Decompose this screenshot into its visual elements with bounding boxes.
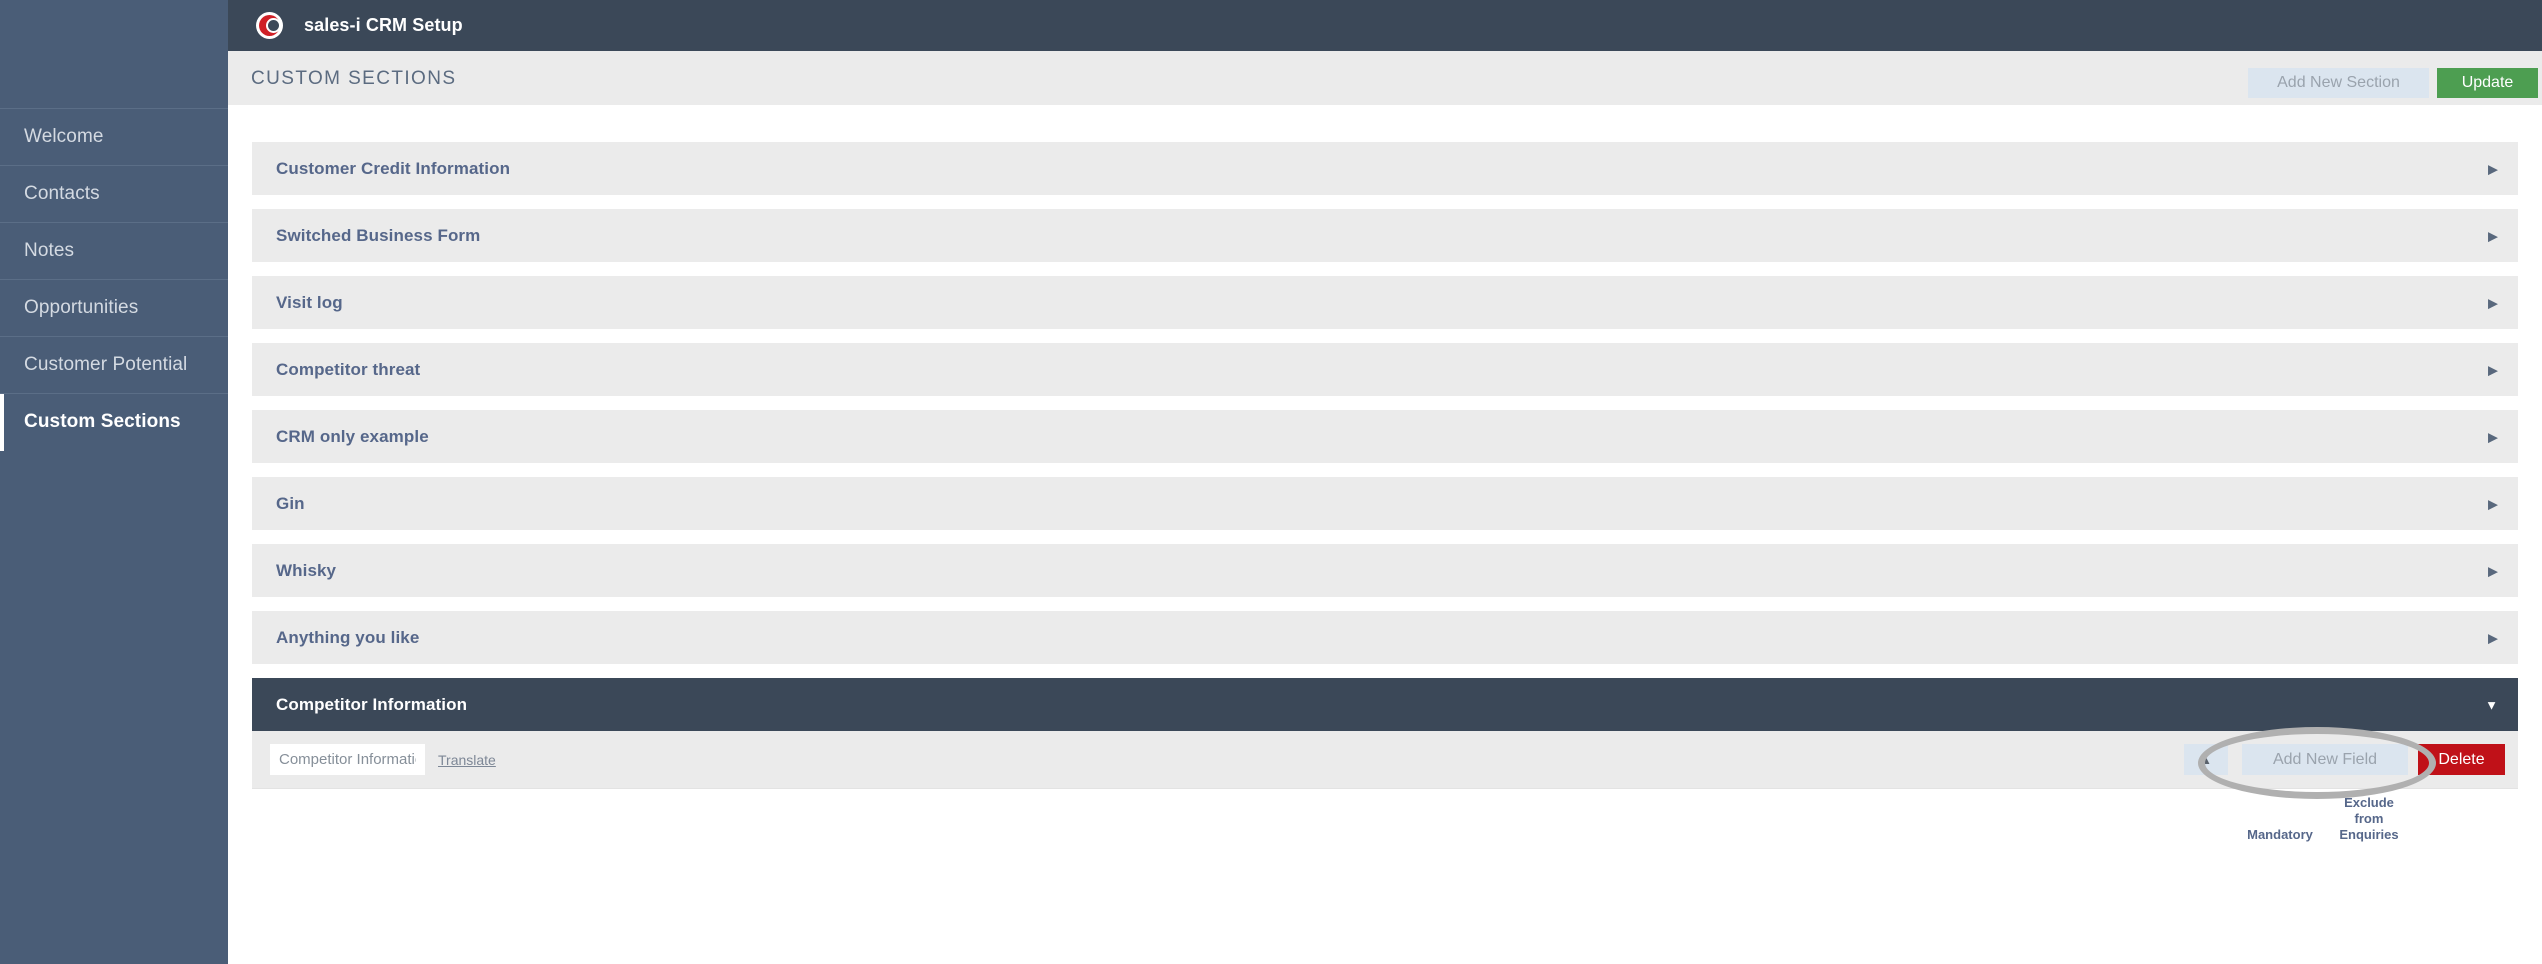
sidebar-item-label: Notes [24, 240, 75, 261]
chevron-right-icon[interactable]: ▶ [2488, 564, 2498, 577]
page-header-bar: CUSTOM SECTIONS [228, 51, 2542, 105]
page-title: CUSTOM SECTIONS [251, 68, 457, 89]
section-label: CRM only example [276, 426, 429, 446]
column-header-exclude-from-enquiries: Exclude from Enquiries [2339, 795, 2399, 842]
sidebar-item-label: Contacts [24, 183, 100, 204]
chevron-right-icon[interactable]: ▶ [2488, 430, 2498, 443]
expanded-section-body: Translate ▲ Add New Field Delete Mandato… [252, 727, 2518, 852]
sidebar-item-custom-sections[interactable]: Custom Sections [0, 393, 228, 451]
sidebar-item-label: Welcome [24, 126, 104, 147]
sidebar-top-spacer [0, 0, 228, 108]
app-title: sales-i CRM Setup [304, 15, 463, 35]
section-row-whisky[interactable]: Whisky ▶ [252, 544, 2518, 597]
section-row-anything-you-like[interactable]: Anything you like ▶ [252, 611, 2518, 664]
sidebar-item-label: Opportunities [24, 297, 139, 318]
active-indicator-bar [0, 394, 4, 451]
section-label: Competitor Information [276, 694, 468, 714]
section-row-crm-only-example[interactable]: CRM only example ▶ [252, 410, 2518, 463]
section-row-switched-business-form[interactable]: Switched Business Form ▶ [252, 209, 2518, 262]
section-name-input[interactable] [270, 744, 425, 775]
sidebar-item-customer-potential[interactable]: Customer Potential [0, 336, 228, 393]
delete-section-button[interactable]: Delete [2418, 744, 2505, 775]
chevron-right-icon[interactable]: ▶ [2488, 229, 2498, 242]
sales-i-logo-icon [256, 12, 283, 39]
section-label: Customer Credit Information [276, 158, 511, 178]
custom-sections-list: Customer Credit Information ▶ Switched B… [252, 142, 2518, 852]
sidebar-item-notes[interactable]: Notes [0, 222, 228, 279]
section-label: Anything you like [276, 627, 420, 647]
sidebar-item-welcome[interactable]: Welcome [0, 108, 228, 165]
section-label: Whisky [276, 560, 337, 580]
section-row-gin[interactable]: Gin ▶ [252, 477, 2518, 530]
chevron-right-icon[interactable]: ▶ [2488, 363, 2498, 376]
section-row-competitor-threat[interactable]: Competitor threat ▶ [252, 343, 2518, 396]
section-row-visit-log[interactable]: Visit log ▶ [252, 276, 2518, 329]
top-bar: sales-i CRM Setup [228, 0, 2542, 51]
sidebar: Welcome Contacts Notes Opportunities Cus… [0, 0, 228, 964]
chevron-right-icon[interactable]: ▶ [2488, 631, 2498, 644]
sidebar-item-opportunities[interactable]: Opportunities [0, 279, 228, 336]
add-new-section-button[interactable]: Add New Section [2248, 68, 2429, 98]
add-new-field-button[interactable]: Add New Field [2242, 744, 2408, 775]
collapse-section-button[interactable]: ▲ [2184, 744, 2228, 775]
translate-link[interactable]: Translate [438, 752, 496, 768]
section-label: Switched Business Form [276, 225, 481, 245]
section-row-competitor-information[interactable]: Competitor Information ▼ [252, 678, 2518, 731]
chevron-right-icon[interactable]: ▶ [2488, 162, 2498, 175]
expanded-section-toolbar: Translate ▲ Add New Field Delete [252, 727, 2518, 799]
sidebar-item-contacts[interactable]: Contacts [0, 165, 228, 222]
section-label: Visit log [276, 292, 343, 312]
chevron-right-icon[interactable]: ▶ [2488, 296, 2498, 309]
section-label: Gin [276, 493, 305, 513]
sidebar-item-label: Custom Sections [24, 411, 181, 432]
column-header-mandatory: Mandatory [2247, 827, 2313, 842]
chevron-down-icon[interactable]: ▼ [2485, 698, 2498, 711]
sidebar-item-label: Customer Potential [24, 354, 188, 375]
section-row-customer-credit-information[interactable]: Customer Credit Information ▶ [252, 142, 2518, 195]
update-button[interactable]: Update [2437, 68, 2538, 98]
field-table-header: Mandatory Exclude from Enquiries [252, 788, 2518, 852]
main-content: Customer Credit Information ▶ Switched B… [228, 105, 2542, 964]
chevron-right-icon[interactable]: ▶ [2488, 497, 2498, 510]
section-label: Competitor threat [276, 359, 421, 379]
